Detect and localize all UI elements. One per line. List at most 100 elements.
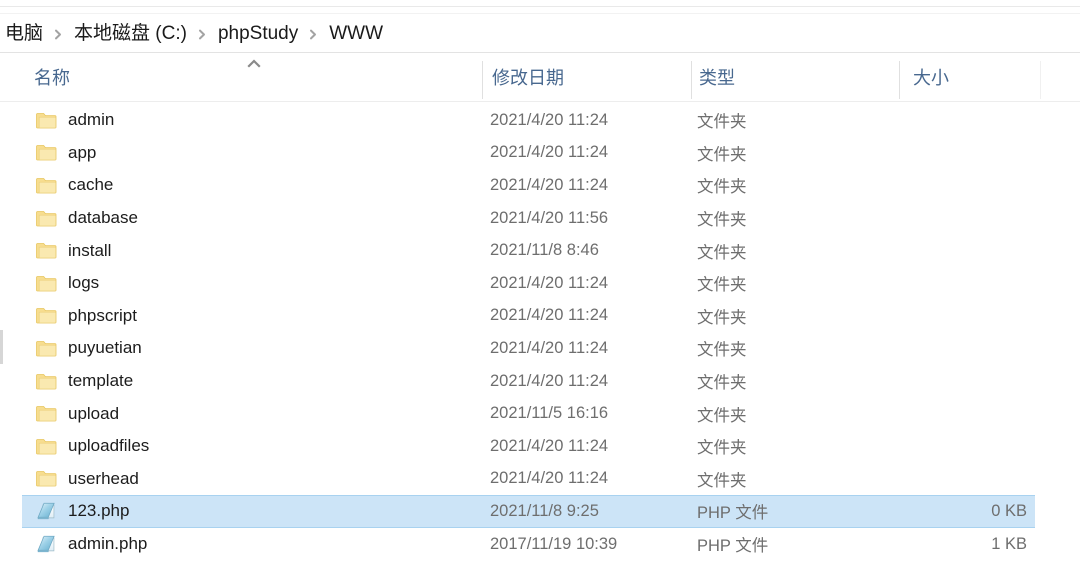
cell-size: 0 KB [991,501,1027,520]
file-row[interactable]: admin.php 2017/11/19 10:39 PHP 文件 1 KB [0,528,1080,561]
file-row[interactable]: database 2021/4/20 11:56 文件夹 [0,202,1080,235]
cell-name[interactable]: install [36,240,111,261]
cell-type: 文件夹 [697,439,747,458]
cell-name[interactable]: admin [36,110,114,131]
cell-name[interactable]: userhead [36,468,139,489]
cell-type: PHP 文件 [697,504,769,523]
column-header-type[interactable]: 类型 [699,53,735,101]
cell-type: 文件夹 [697,113,747,132]
cell-date-modified: 2021/4/20 11:56 [490,208,609,227]
folder-icon [36,240,57,261]
file-name-label: template [68,371,134,391]
folder-icon [36,142,57,163]
column-header-size[interactable]: 大小 [913,53,949,101]
cell-name[interactable]: puyuetian [36,338,142,359]
sort-ascending-caret-icon [246,58,262,68]
folder-icon [36,208,57,229]
file-row[interactable]: admin 2021/4/20 11:24 文件夹 [0,104,1080,137]
cell-date-modified: 2021/4/20 11:24 [490,175,609,194]
breadcrumb-separator-chevron-right-icon[interactable] [190,29,215,40]
file-row[interactable]: cache 2021/4/20 11:24 文件夹 [0,169,1080,202]
column-header-name[interactable]: 名称 [34,53,70,101]
file-row[interactable]: upload 2021/11/5 16:16 文件夹 [0,397,1080,430]
cell-type: 文件夹 [697,145,747,164]
file-row[interactable]: logs 2021/4/20 11:24 文件夹 [0,267,1080,300]
cell-type: 文件夹 [697,471,747,490]
file-name-label: uploadfiles [68,436,150,456]
column-divider-type-size[interactable] [899,61,900,99]
cell-name[interactable]: database [36,208,138,229]
folder-icon [36,305,57,326]
cell-name[interactable]: app [36,142,96,163]
cell-date-modified: 2021/4/20 11:24 [490,436,609,455]
cell-name[interactable]: upload [36,403,119,424]
file-explorer-window: 电脑 本地磁盘 (C:) phpStudy WWW 名称 修改日期 类型 大小 … [0,0,1080,569]
cell-name[interactable]: cache [36,175,113,196]
cell-name[interactable]: admin.php [36,534,147,555]
folder-icon [36,403,57,424]
file-row[interactable]: userhead 2021/4/20 11:24 文件夹 [0,463,1080,496]
cell-date-modified: 2021/4/20 11:24 [490,143,609,162]
folder-icon [36,175,57,196]
breadcrumb[interactable]: 电脑 本地磁盘 (C:) phpStudy WWW [0,14,1080,52]
file-list[interactable]: admin 2021/4/20 11:24 文件夹 app 2021/4/20 11:… [0,104,1080,569]
folder-icon [36,436,57,457]
column-divider-name-date[interactable] [482,61,483,99]
file-row[interactable]: app 2021/4/20 11:24 文件夹 [0,137,1080,170]
cell-date-modified: 2021/4/20 11:24 [490,338,609,357]
file-name-label: userhead [68,468,139,488]
file-name-label: cache [68,175,114,195]
file-row[interactable]: uploadfiles 2021/4/20 11:24 文件夹 [0,430,1080,463]
folder-icon [36,273,57,294]
cell-name[interactable]: phpscript [36,305,137,326]
cell-name[interactable]: uploadfiles [36,436,149,457]
file-row[interactable]: puyuetian 2021/4/20 11:24 文件夹 [0,332,1080,365]
file-name-label: install [68,240,112,260]
folder-icon [36,371,57,392]
breadcrumb-item[interactable]: WWW [326,22,386,45]
breadcrumb-item[interactable]: 电脑 [2,22,46,45]
file-name-label: phpscript [68,305,137,325]
cell-date-modified: 2021/11/8 9:25 [490,501,599,520]
scrollbar-thumb[interactable] [0,330,3,364]
cell-date-modified: 2021/4/20 11:24 [490,371,609,390]
file-name-label: database [68,208,138,228]
cell-date-modified: 2021/4/20 11:24 [490,469,609,488]
cell-name[interactable]: template [36,371,133,392]
file-row[interactable]: phpscript 2021/4/20 11:24 文件夹 [0,300,1080,333]
cell-type: 文件夹 [697,406,747,425]
folder-icon [36,468,57,489]
file-name-label: admin.php [68,534,148,554]
cell-date-modified: 2021/4/20 11:24 [490,273,609,292]
php-file-icon [36,501,57,522]
file-name-label: upload [68,403,120,423]
column-header-underline [0,101,1080,102]
column-divider-size-end[interactable] [1040,61,1041,99]
cell-type: 文件夹 [697,374,747,393]
cell-type: 文件夹 [697,211,747,230]
breadcrumb-separator-chevron-right-icon[interactable] [46,29,71,40]
file-row[interactable]: install 2021/11/8 8:46 文件夹 [0,234,1080,267]
file-name-label: logs [68,273,100,293]
column-header-date-modified[interactable]: 修改日期 [492,53,564,101]
folder-icon [36,110,57,131]
column-header-row: 名称 修改日期 类型 大小 [0,53,1080,101]
file-row[interactable]: 123.php 2021/11/8 9:25 PHP 文件 0 KB [0,495,1080,528]
cell-date-modified: 2021/4/20 11:24 [490,306,609,325]
cell-date-modified: 2021/11/8 8:46 [490,241,599,260]
file-name-label: admin [68,110,115,130]
cell-name[interactable]: logs [36,273,99,294]
cell-size: 1 KB [991,534,1027,553]
cell-date-modified: 2021/11/5 16:16 [490,404,609,423]
cell-name[interactable]: 123.php [36,501,129,522]
cell-type: 文件夹 [697,276,747,295]
file-row[interactable]: template 2021/4/20 11:24 文件夹 [0,365,1080,398]
breadcrumb-separator-chevron-right-icon[interactable] [301,29,326,40]
breadcrumb-item[interactable]: 本地磁盘 (C:) [71,22,190,45]
cell-type: 文件夹 [697,243,747,262]
file-name-label: puyuetian [68,338,142,358]
breadcrumb-item[interactable]: phpStudy [215,22,301,45]
file-name-label: 123.php [68,501,130,521]
column-divider-date-type[interactable] [691,61,692,99]
cell-type: 文件夹 [697,341,747,360]
